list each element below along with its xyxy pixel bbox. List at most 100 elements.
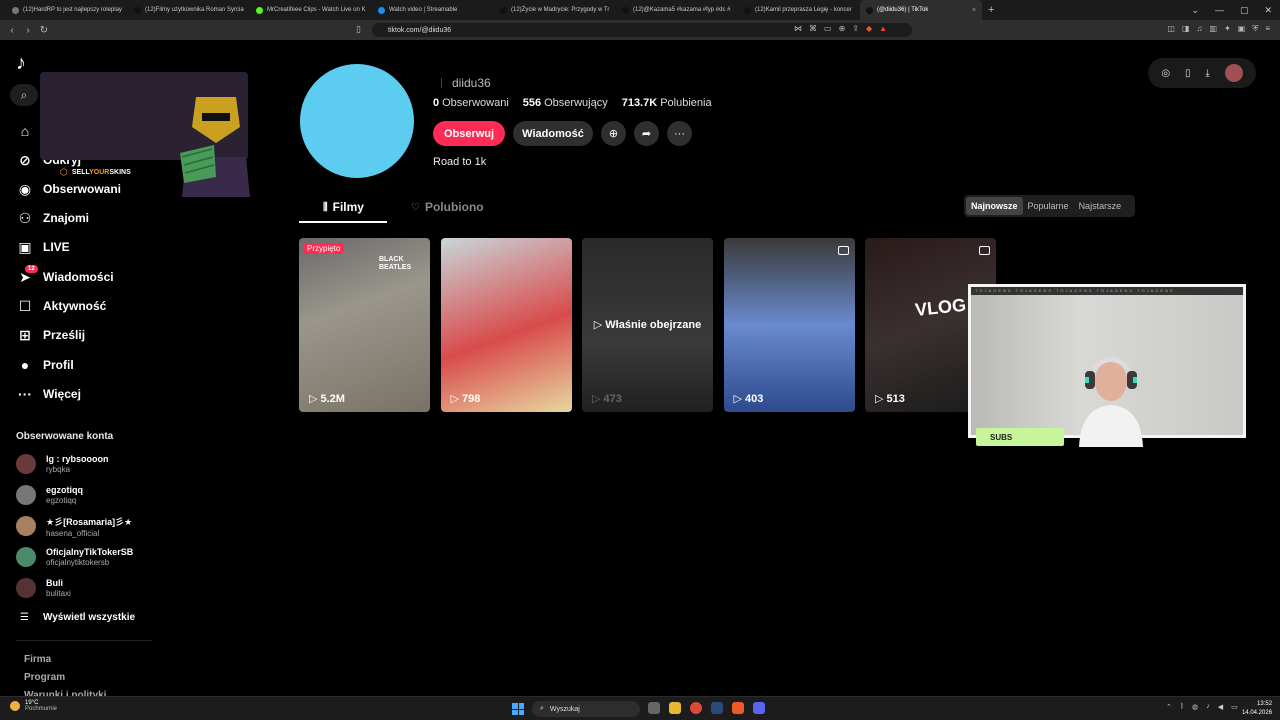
footer-link-program[interactable]: Program: [24, 672, 65, 683]
follow-button[interactable]: Obserwuj: [433, 121, 505, 146]
video-card[interactable]: ▷ 798: [440, 238, 572, 412]
download-icon[interactable]: ⤓: [1205, 68, 1209, 79]
pinned-badge: Przypięto: [303, 243, 345, 254]
menu-icon[interactable]: ≡: [1265, 24, 1270, 34]
vpn-shield-icon[interactable]: ⛨: [1252, 24, 1258, 34]
zoom-icon[interactable]: ⊕: [839, 24, 846, 33]
browser-tab[interactable]: (12)Filmy użytkownika Roman Syrcia: [128, 0, 250, 20]
video-card[interactable]: ▷ Właśnie obejrzane ▷ 473: [582, 238, 713, 412]
discord-icon[interactable]: [753, 702, 765, 714]
browser-tab[interactable]: MrCreatifeee Clips - Watch Live on K: [250, 0, 372, 20]
task-view-icon[interactable]: [648, 702, 660, 714]
followed-account[interactable]: Buli bulitaxi: [16, 575, 71, 601]
likes-count: 713.7K: [621, 97, 658, 109]
taskbar-search[interactable]: ⌕ Wyszukaj: [532, 701, 640, 717]
browser-tab[interactable]: Watch video | Streamable: [372, 0, 494, 20]
view-count: ▷ 513: [875, 392, 905, 406]
windows-start-icon[interactable]: [512, 703, 524, 715]
browser-tab[interactable]: (12)Życie w Madrycie: Przygody w Tr: [494, 0, 616, 20]
video-card[interactable]: BLACK BEATLES Przypięto ▷ 5.2M: [299, 238, 430, 412]
close-icon[interactable]: ✕: [1264, 5, 1272, 16]
steam-icon[interactable]: [711, 702, 723, 714]
followed-account[interactable]: egzotiqq egzotiqq: [16, 482, 83, 508]
chrome-icon[interactable]: [690, 702, 702, 714]
nav-friends[interactable]: ⚇ Znajomi: [16, 207, 216, 229]
chevron-up-icon[interactable]: ⌃: [1166, 703, 1172, 711]
browser-tab[interactable]: (12)@Kazama5 #kazama #fyp #dc #: [616, 0, 738, 20]
nav-upload[interactable]: ⊞ Prześlij: [16, 324, 216, 346]
nav-live[interactable]: ▣ LIVE: [16, 236, 216, 258]
mic-icon[interactable]: ♪: [1206, 703, 1210, 711]
nav-more[interactable]: ··· Więcej: [16, 383, 216, 405]
reload-icon[interactable]: ↻: [36, 25, 52, 36]
brave-shield-icon[interactable]: ◆: [866, 24, 872, 33]
sort-oldest[interactable]: Najstarsze: [1074, 197, 1127, 215]
brave-icon[interactable]: [732, 702, 744, 714]
upload-icon: ⊞: [19, 326, 31, 343]
show-all-button[interactable]: ☰ Wyświetl wszystkie: [20, 612, 135, 623]
browser-tab[interactable]: (12)Kamil przeprasza Legię - koncer: [738, 0, 860, 20]
tab-favicon-icon: [378, 6, 385, 14]
search-icon[interactable]: ⌕: [10, 84, 38, 106]
just-watched-text: Właśnie obejrzane: [605, 319, 702, 331]
live-icon: ▣: [18, 238, 32, 255]
url-tools: ⋈ ⌘ ▭ ⊕ ⇪ ◆ ▲: [794, 24, 887, 33]
volume-icon[interactable]: ◀: [1218, 703, 1223, 711]
nav-profile[interactable]: ● Profil: [16, 354, 216, 376]
rewards-icon[interactable]: ▲: [879, 24, 887, 33]
share-icon[interactable]: ⇪: [852, 24, 859, 33]
add-friend-icon[interactable]: ⊕: [601, 121, 626, 146]
wallet-icon[interactable]: ▣: [1238, 24, 1246, 34]
sort-popular[interactable]: Popularne: [1023, 197, 1074, 215]
battery-icon[interactable]: ▭: [1231, 703, 1238, 711]
sidebar-icon[interactable]: ▥: [1210, 24, 1218, 34]
footer-link-company[interactable]: Firma: [24, 654, 51, 665]
taskbar-clock[interactable]: 13:52 14.04.2026: [1242, 700, 1272, 718]
browser-tab[interactable]: (12)HardRP to jest najlepszy roleplay: [6, 0, 128, 20]
followed-account[interactable]: lg : rybsoooon rybqka: [16, 451, 109, 477]
cast-icon[interactable]: ▭: [824, 24, 832, 33]
message-button[interactable]: Wiadomość: [513, 121, 593, 146]
notification-badge: 12: [25, 265, 38, 273]
play-icon: ▷: [309, 393, 318, 405]
translate-icon[interactable]: ⌘: [809, 24, 817, 33]
tab-liked[interactable]: ♡ Polubiono: [411, 192, 484, 222]
sort-newest[interactable]: Najnowsze: [966, 197, 1023, 215]
vpn-icon[interactable]: ⋈: [794, 24, 802, 33]
nav-messages[interactable]: ➤ 12 Wiadomości: [16, 265, 216, 288]
bookmark-icon[interactable]: ▯: [356, 24, 361, 35]
weather-widget[interactable]: 19°C Pochmurnie: [10, 700, 57, 712]
browser-tab[interactable]: (@diidu36) | TikTok ×: [860, 0, 982, 20]
tab-videos[interactable]: ⫼ Filmy: [323, 192, 364, 222]
close-tab-icon[interactable]: ×: [972, 7, 976, 14]
extension-icon[interactable]: ◫: [1167, 24, 1175, 34]
followers-count: 556: [522, 97, 542, 109]
extension-icon[interactable]: ◨: [1182, 24, 1190, 34]
bluetooth-icon[interactable]: ᛒ: [1180, 703, 1184, 711]
user-avatar[interactable]: [1224, 64, 1243, 82]
extensions-icon[interactable]: ✦: [1224, 24, 1231, 34]
nav-activity[interactable]: ☐ Aktywność: [16, 295, 216, 317]
maximize-icon[interactable]: ▢: [1240, 5, 1249, 16]
sellyourskins-logo: ⬡ SELLYOURSKINS: [60, 167, 131, 178]
share-arrow-icon[interactable]: ➦: [634, 121, 659, 146]
chevron-down-icon[interactable]: ⌄: [1191, 5, 1199, 16]
back-icon[interactable]: ‹: [4, 25, 20, 36]
followed-account[interactable]: ★彡[Rosamaria]彡★ hasena_official: [16, 513, 132, 539]
forward-icon[interactable]: ›: [20, 25, 36, 36]
coins-icon[interactable]: ◎: [1161, 68, 1170, 79]
device-icon[interactable]: ▯: [1185, 68, 1191, 79]
account-handle: egzotiqq: [46, 496, 77, 505]
music-icon[interactable]: ♫: [1197, 24, 1203, 34]
minimize-icon[interactable]: —: [1215, 5, 1224, 15]
followers-stat[interactable]: 556 Obserwujący: [523, 97, 608, 109]
video-card[interactable]: ▷ 403: [723, 238, 855, 412]
followed-account[interactable]: OficjalnyTikTokerSB oficjalnytiktokersb: [16, 544, 133, 570]
tiktok-logo-icon[interactable]: ♪: [16, 52, 26, 75]
more-options-icon[interactable]: ···: [667, 121, 692, 146]
following-stat[interactable]: 0 Obserwowani: [433, 97, 509, 109]
file-explorer-icon[interactable]: [669, 702, 681, 714]
account-handle: oficjalnytiktokersb: [46, 558, 110, 567]
network-icon[interactable]: ◍: [1192, 703, 1198, 711]
new-tab-icon[interactable]: +: [988, 4, 994, 16]
